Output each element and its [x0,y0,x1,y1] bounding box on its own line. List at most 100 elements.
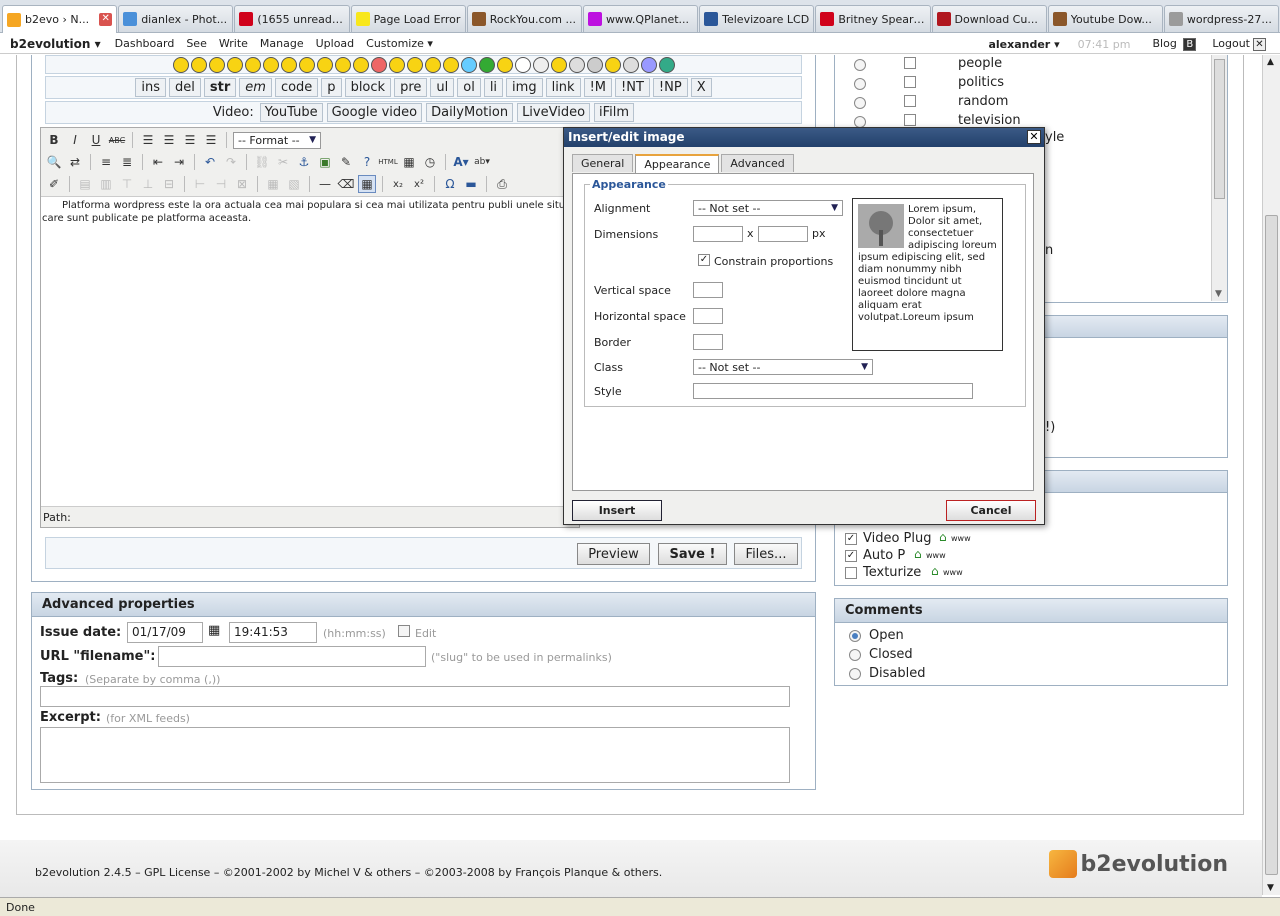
comment-radio[interactable] [849,668,861,680]
close-icon[interactable]: ✕ [1027,130,1041,144]
browser-tab[interactable]: www.QPlanet... [582,5,699,32]
text-color-icon[interactable]: A▾ [452,153,470,171]
special-char-icon[interactable]: Ω [441,175,459,193]
unlink-icon[interactable]: ✂ [274,153,292,171]
merge-cells-icon[interactable]: ▧ [285,175,303,193]
browser-tab[interactable]: Download Cu... [931,5,1047,32]
image-icon[interactable]: ▣ [316,153,334,171]
constrain-checkbox[interactable]: ✓ [698,254,710,266]
smiley-icon[interactable] [478,56,495,73]
quicktag-button[interactable]: del [169,78,201,97]
smiley-icon[interactable] [190,56,207,73]
insert-row-before-icon[interactable]: ⊤ [118,175,136,193]
insert-col-before-icon[interactable]: ⊢ [191,175,209,193]
plugin-checkbox[interactable]: ✓ [845,550,857,562]
editor-content[interactable]: Platforma wordpress este la ora actuala … [41,196,579,507]
cleanup-icon[interactable]: ✎ [337,153,355,171]
main-category-radio[interactable] [854,59,866,71]
indent-icon[interactable]: ⇥ [170,153,188,171]
quicktag-button[interactable]: block [344,78,392,97]
quicktag-button[interactable]: X [690,78,712,97]
plugin-checkbox[interactable] [845,567,857,579]
border-input[interactable] [693,334,723,350]
browser-tab[interactable]: Youtube Dow... [1047,5,1163,32]
undo-icon[interactable]: ↶ [201,153,219,171]
smiley-icon[interactable] [226,56,243,73]
help-icon[interactable]: ? [358,153,376,171]
split-cells-icon[interactable]: ▦ [264,175,282,193]
smiley-icon[interactable] [604,56,621,73]
blog-link[interactable]: Blog B [1153,37,1197,51]
nav-see[interactable]: See [186,37,207,50]
smiley-icon[interactable] [172,56,189,73]
category-scrollbar[interactable]: ▼ [1211,55,1227,301]
remove-format-icon[interactable]: ⌫ [337,175,355,193]
smiley-icon[interactable] [424,56,441,73]
highlight-color-icon[interactable]: ab▾ [473,153,491,171]
brand-menu[interactable]: b2evolution ▾ [10,37,101,51]
quicktag-button[interactable]: code [274,78,319,97]
underline-icon[interactable]: U [87,131,105,149]
scroll-thumb[interactable] [1214,59,1225,199]
logout-link[interactable]: Logout ✕ [1212,37,1266,51]
insert-button[interactable]: Insert [572,500,662,521]
home-icon[interactable]: ⌂ [914,547,922,561]
youtube-button[interactable]: YouTube [259,103,323,122]
html-icon[interactable]: HTML [378,153,397,171]
edit-date-checkbox[interactable] [398,625,410,637]
smiley-icon[interactable] [280,56,297,73]
page-scroll-thumb[interactable] [1265,215,1278,875]
smiley-icon[interactable] [262,56,279,73]
edit-css-icon[interactable]: ✐ [45,175,63,193]
smiley-icon[interactable] [352,56,369,73]
category-checkbox[interactable] [904,76,916,88]
tags-input[interactable] [40,686,790,707]
smiley-icon[interactable] [406,56,423,73]
files-button[interactable]: Files... [734,543,798,565]
browser-tab[interactable]: dianlex - Phot... [118,5,234,32]
horizontal-rule-icon[interactable]: — [316,175,334,193]
smiley-icon[interactable] [388,56,405,73]
plugin-www-link[interactable]: www [951,534,971,543]
redo-icon[interactable]: ↷ [222,153,240,171]
smiley-icon[interactable] [550,56,567,73]
comment-radio[interactable] [849,630,861,642]
browser-tab[interactable]: Page Load Error [350,5,466,32]
bullet-list-icon[interactable]: ≡ [97,153,115,171]
preview-button[interactable]: Preview [577,543,650,565]
strikethrough-icon[interactable]: ABC [108,131,126,149]
insert-col-after-icon[interactable]: ⊣ [212,175,230,193]
category-checkbox[interactable] [904,57,916,69]
replace-icon[interactable]: ⇄ [66,153,84,171]
link-icon[interactable]: ⛓ [253,153,271,171]
anchor-icon[interactable]: ⚓ [295,153,313,171]
dailymotion-button[interactable]: DailyMotion [426,103,514,122]
ifilm-button[interactable]: iFilm [594,103,635,122]
media-icon[interactable]: ▬ [462,175,480,193]
smiley-icon[interactable] [460,56,477,73]
smiley-icon[interactable] [208,56,225,73]
insert-row-after-icon[interactable]: ⊥ [139,175,157,193]
quicktag-button[interactable]: !NP [652,78,688,97]
browser-tab[interactable]: wordpress-27... [1163,5,1280,32]
alignment-select[interactable]: -- Not set -- ▼ [693,200,843,216]
plugin-www-link[interactable]: www [943,568,963,577]
class-select[interactable]: -- Not set -- ▼ [693,359,873,375]
quicktag-button[interactable]: em [239,78,272,97]
bold-icon[interactable]: B [45,131,63,149]
smiley-icon[interactable] [244,56,261,73]
comment-option[interactable]: Closed [849,647,1049,666]
issue-date-input[interactable]: 01/17/09 [127,622,203,643]
height-input[interactable] [758,226,808,242]
smiley-icon[interactable] [514,56,531,73]
nav-dashboard[interactable]: Dashboard [115,37,175,50]
superscript-icon[interactable]: x² [410,175,428,193]
italic-icon[interactable]: I [66,131,84,149]
browser-tab[interactable]: (1655 unread) ... [234,5,350,32]
nav-customize[interactable]: Customize ▾ [366,37,433,50]
page-scrollbar[interactable]: ▲ ▼ [1262,55,1280,895]
outdent-icon[interactable]: ⇤ [149,153,167,171]
smiley-icon[interactable] [586,56,603,73]
plugin-checkbox[interactable]: ✓ [845,533,857,545]
smiley-icon[interactable] [442,56,459,73]
